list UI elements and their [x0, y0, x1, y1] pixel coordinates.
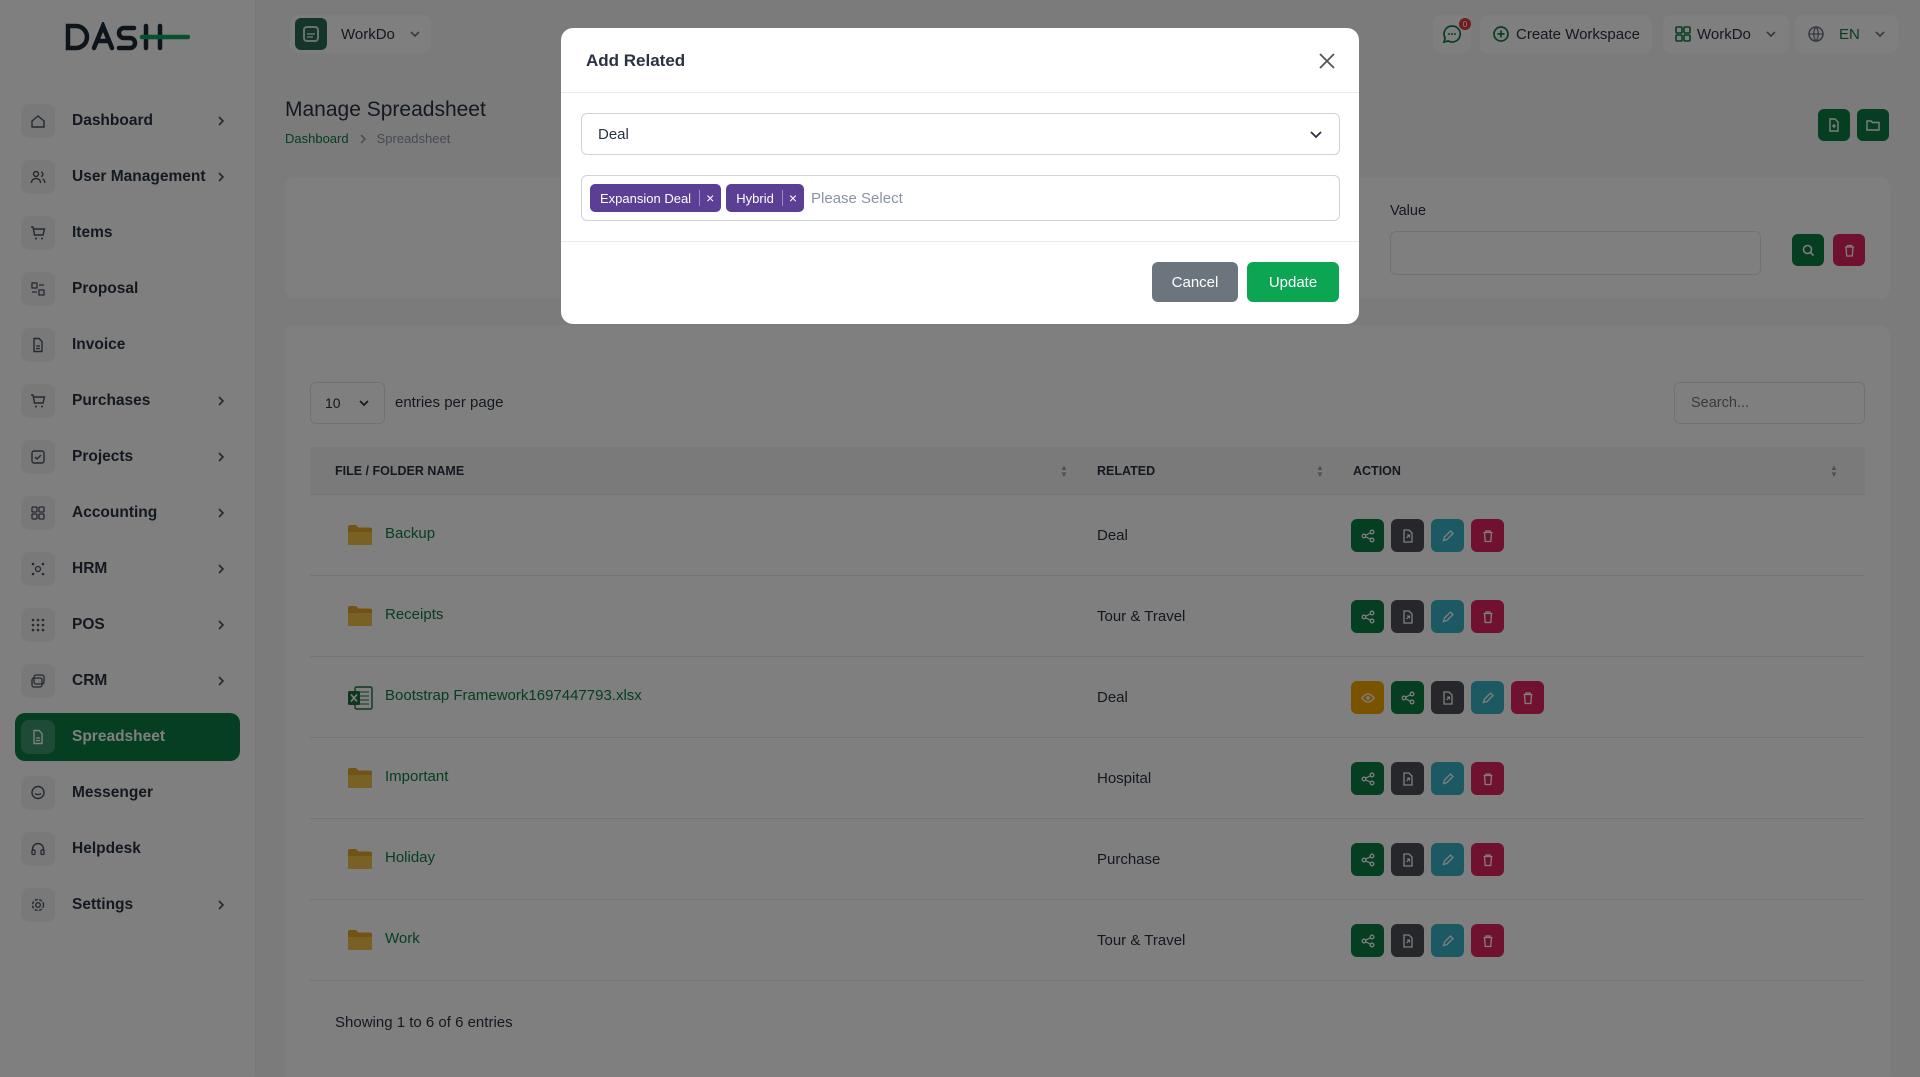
- related-items-multiselect[interactable]: Expansion Deal × Hybrid × Please Select: [581, 175, 1340, 221]
- modal-footer-divider: [561, 241, 1359, 242]
- add-related-modal: Add Related Deal Expansion Deal × Hybrid…: [561, 28, 1359, 324]
- cancel-button[interactable]: Cancel: [1152, 262, 1238, 302]
- tag-hybrid: Hybrid ×: [726, 184, 805, 212]
- modal-header-divider: [561, 92, 1359, 93]
- chevron-down-icon: [1310, 131, 1322, 139]
- related-type-select[interactable]: Deal: [581, 113, 1340, 155]
- close-icon: [1319, 53, 1335, 69]
- update-button[interactable]: Update: [1247, 262, 1339, 302]
- tag-label: Expansion Deal: [600, 190, 692, 206]
- modal-close-button[interactable]: [1316, 50, 1338, 72]
- tag-label: Hybrid: [736, 190, 774, 206]
- modal-title: Add Related: [586, 51, 686, 70]
- remove-tag-icon[interactable]: ×: [699, 190, 721, 206]
- tag-expansion-deal: Expansion Deal ×: [590, 184, 722, 212]
- multiselect-placeholder[interactable]: Please Select: [811, 190, 903, 207]
- related-type-value: Deal: [598, 125, 629, 143]
- remove-tag-icon[interactable]: ×: [781, 190, 804, 206]
